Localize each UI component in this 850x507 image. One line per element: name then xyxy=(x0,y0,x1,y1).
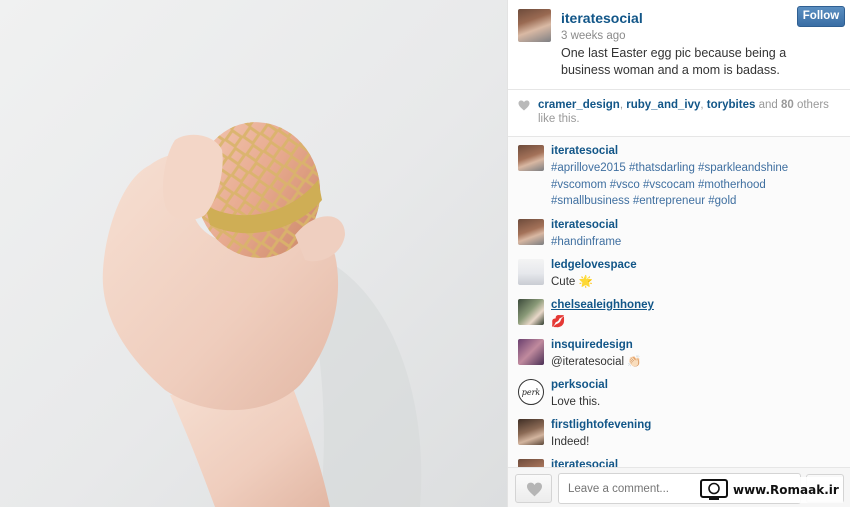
commenter-avatar[interactable] xyxy=(518,145,544,171)
post-caption: One last Easter egg pic because being a … xyxy=(561,46,787,77)
liker-link[interactable]: ruby_and_ivy xyxy=(626,99,700,111)
comment-username[interactable]: iteratesocial xyxy=(551,219,618,231)
perk-logo-text: perk xyxy=(521,387,541,397)
follow-button[interactable]: Follow xyxy=(797,6,845,27)
hand-holding-egg-image xyxy=(102,122,422,507)
commenter-avatar[interactable] xyxy=(518,219,544,245)
post-header: iteratesocial 3 weeks ago One last Easte… xyxy=(508,0,850,90)
comment-text: Indeed! xyxy=(551,436,590,448)
liker-link[interactable]: torybites xyxy=(707,99,756,111)
likes-count[interactable]: 80 xyxy=(781,99,794,111)
comment-text: Love this. xyxy=(551,396,601,408)
commenter-avatar[interactable]: perk xyxy=(518,379,544,405)
comment-text: @iteratesocial 👏🏻 xyxy=(551,356,642,368)
commenter-avatar[interactable] xyxy=(518,459,544,467)
commenter-avatar[interactable] xyxy=(518,419,544,445)
commenter-avatar[interactable] xyxy=(518,299,544,325)
heart-icon xyxy=(518,100,530,111)
comment-username[interactable]: ledgelovespace xyxy=(551,259,637,271)
likes-section: cramer_design, ruby_and_ivy, torybites a… xyxy=(508,90,850,137)
comment-username[interactable]: iteratesocial xyxy=(551,145,618,157)
likes-text: cramer_design, ruby_and_ivy, torybites a… xyxy=(538,99,829,125)
owner-username[interactable]: iteratesocial xyxy=(561,10,643,26)
comments-list[interactable]: iteratesocial #aprillove2015 #thatsdarli… xyxy=(508,137,850,467)
post-photo[interactable] xyxy=(0,0,507,507)
comment-username[interactable]: chelsealeighhoney xyxy=(551,299,654,311)
watermark: www.Romaak.ir xyxy=(700,477,843,503)
watermark-text: www.Romaak.ir xyxy=(733,483,839,497)
comment-text: #handinframe xyxy=(551,236,622,248)
comment-text: 💋 xyxy=(551,316,566,328)
comment-text: Cute 🌟 xyxy=(551,276,593,288)
comment-text: #aprillove2015 #thatsdarling #sparkleand… xyxy=(551,162,789,207)
commenter-avatar[interactable] xyxy=(518,339,544,365)
comment-username[interactable]: firstlightofevening xyxy=(551,419,651,431)
heart-icon xyxy=(527,482,542,497)
post-details-panel: iteratesocial 3 weeks ago One last Easte… xyxy=(507,0,850,507)
liker-link[interactable]: cramer_design xyxy=(538,99,620,111)
commenter-avatar[interactable] xyxy=(518,259,544,285)
owner-avatar[interactable] xyxy=(518,9,551,42)
romaak-logo-icon xyxy=(700,479,728,500)
comment-username[interactable]: perksocial xyxy=(551,379,608,391)
comment-username[interactable]: insquiredesign xyxy=(551,339,633,351)
post-timestamp: 3 weeks ago xyxy=(561,30,626,42)
like-button[interactable] xyxy=(515,474,552,503)
comment-username[interactable]: iteratesocial xyxy=(551,459,618,467)
